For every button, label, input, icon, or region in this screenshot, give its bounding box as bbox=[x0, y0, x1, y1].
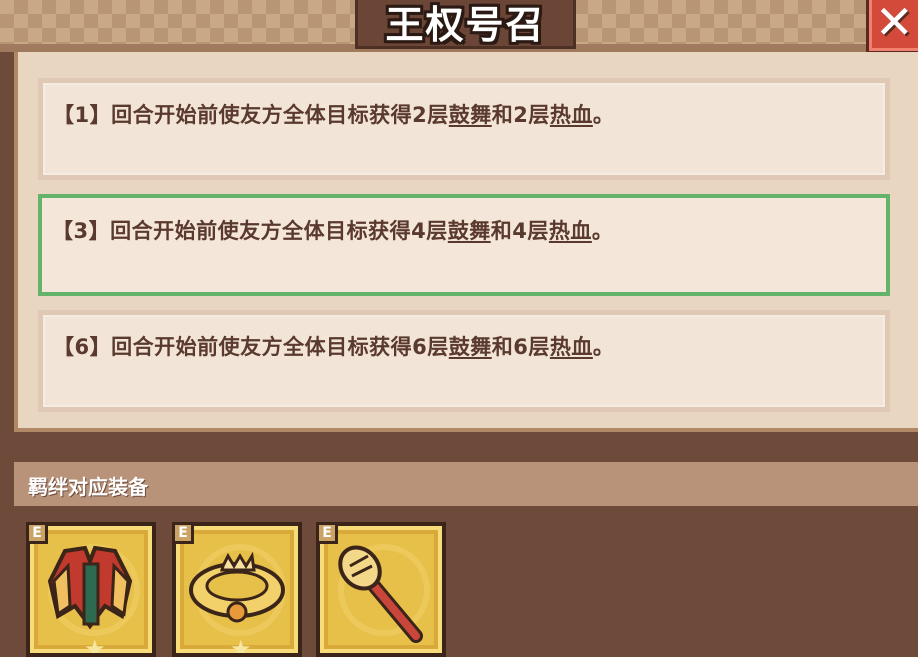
buff-link-hotblood[interactable]: 热血 bbox=[550, 335, 593, 359]
close-icon: ✕ bbox=[875, 0, 914, 49]
effect-text: 【3】回合开始前使友方全体目标获得4层鼓舞和4层热血。 bbox=[52, 219, 614, 243]
royal-cloak-icon bbox=[47, 545, 133, 630]
buff-link-hotblood[interactable]: 热血 bbox=[549, 219, 592, 243]
crown-ring-icon bbox=[189, 551, 285, 623]
effect-text: 【6】回合开始前使友方全体目标获得6层鼓舞和6层热血。 bbox=[53, 335, 615, 359]
page-title: 王权号召 bbox=[385, 3, 546, 47]
effect-card-6[interactable]: 【6】回合开始前使友方全体目标获得6层鼓舞和6层热血。 bbox=[38, 310, 890, 412]
equipment-badge: E bbox=[316, 522, 338, 544]
buff-link-hotblood[interactable]: 热血 bbox=[550, 103, 593, 127]
scepter-icon bbox=[338, 545, 423, 643]
buff-link-inspire[interactable]: 鼓舞 bbox=[449, 335, 492, 359]
bond-equipment-bar: 羁绊对应装备 bbox=[14, 462, 918, 506]
buff-link-inspire[interactable]: 鼓舞 bbox=[449, 103, 492, 127]
effect-card-1[interactable]: 【1】回合开始前使友方全体目标获得2层鼓舞和2层热血。 bbox=[38, 78, 890, 180]
equipment-badge: E bbox=[26, 522, 48, 544]
bond-label: 羁绊对应装备 bbox=[28, 475, 148, 499]
star-icon: ★ bbox=[84, 635, 106, 657]
star-icon: ★ bbox=[230, 635, 252, 657]
effect-card-3[interactable]: 【3】回合开始前使友方全体目标获得4层鼓舞和4层热血。 bbox=[38, 194, 890, 296]
equipment-badge: E bbox=[172, 522, 194, 544]
effect-text: 【1】回合开始前使友方全体目标获得2层鼓舞和2层热血。 bbox=[53, 103, 615, 127]
close-button[interactable]: ✕ bbox=[866, 0, 918, 54]
buff-link-inspire[interactable]: 鼓舞 bbox=[448, 219, 491, 243]
